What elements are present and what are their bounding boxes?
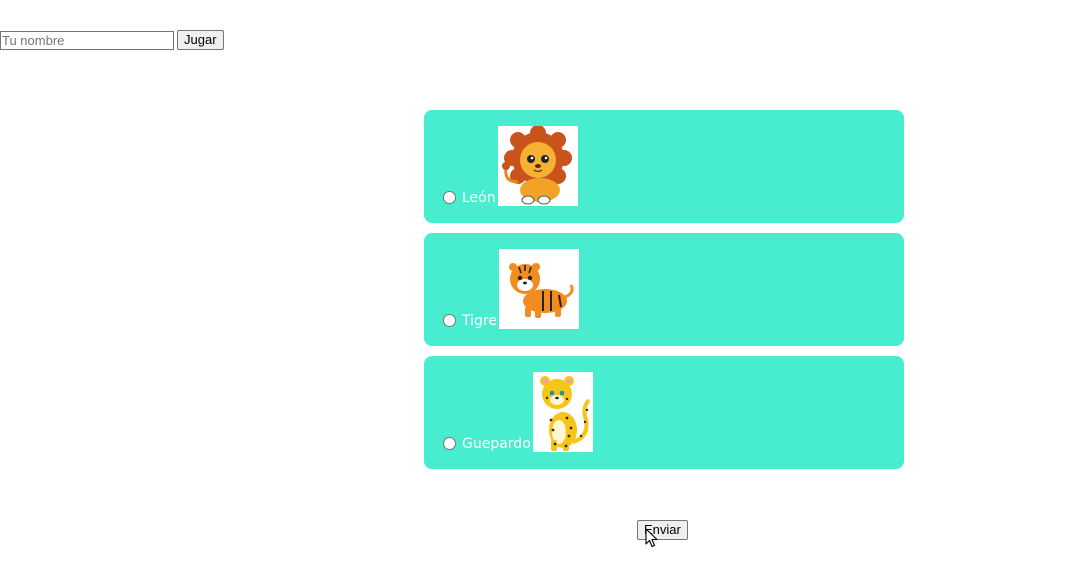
lion-icon (497, 126, 578, 206)
option-label-tiger: Tigre (462, 313, 497, 329)
option-label-lion: León (462, 190, 496, 206)
cheetah-icon (532, 372, 593, 452)
option-row: Guepardo (443, 372, 593, 452)
radio-cheetah[interactable] (443, 437, 456, 450)
name-input[interactable] (0, 30, 174, 50)
option-card-cheetah[interactable]: Guepardo (424, 356, 904, 469)
option-label-cheetah: Guepardo (462, 436, 531, 452)
option-row: Tigre (443, 249, 579, 329)
play-button[interactable]: Jugar (177, 30, 224, 50)
option-row: León (443, 126, 578, 206)
radio-tiger[interactable] (443, 314, 456, 327)
tiger-icon (498, 249, 579, 329)
options-list: León Tigre Guepardo (424, 110, 904, 479)
option-card-tiger[interactable]: Tigre (424, 233, 904, 346)
mouse-cursor-icon (645, 528, 658, 548)
option-card-lion[interactable]: León (424, 110, 904, 223)
name-form: Jugar (0, 30, 224, 50)
radio-lion[interactable] (443, 191, 456, 204)
